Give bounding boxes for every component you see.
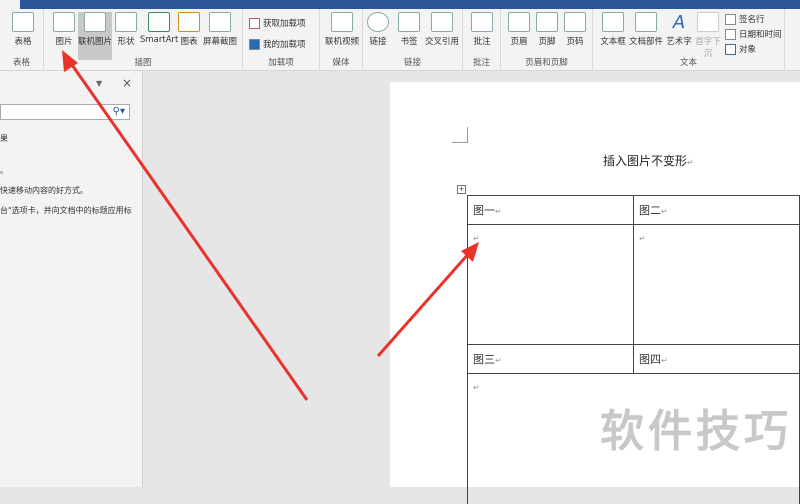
arrow-line	[376, 251, 472, 357]
arrow-line	[68, 61, 309, 401]
annotation-arrows	[62, 50, 479, 401]
